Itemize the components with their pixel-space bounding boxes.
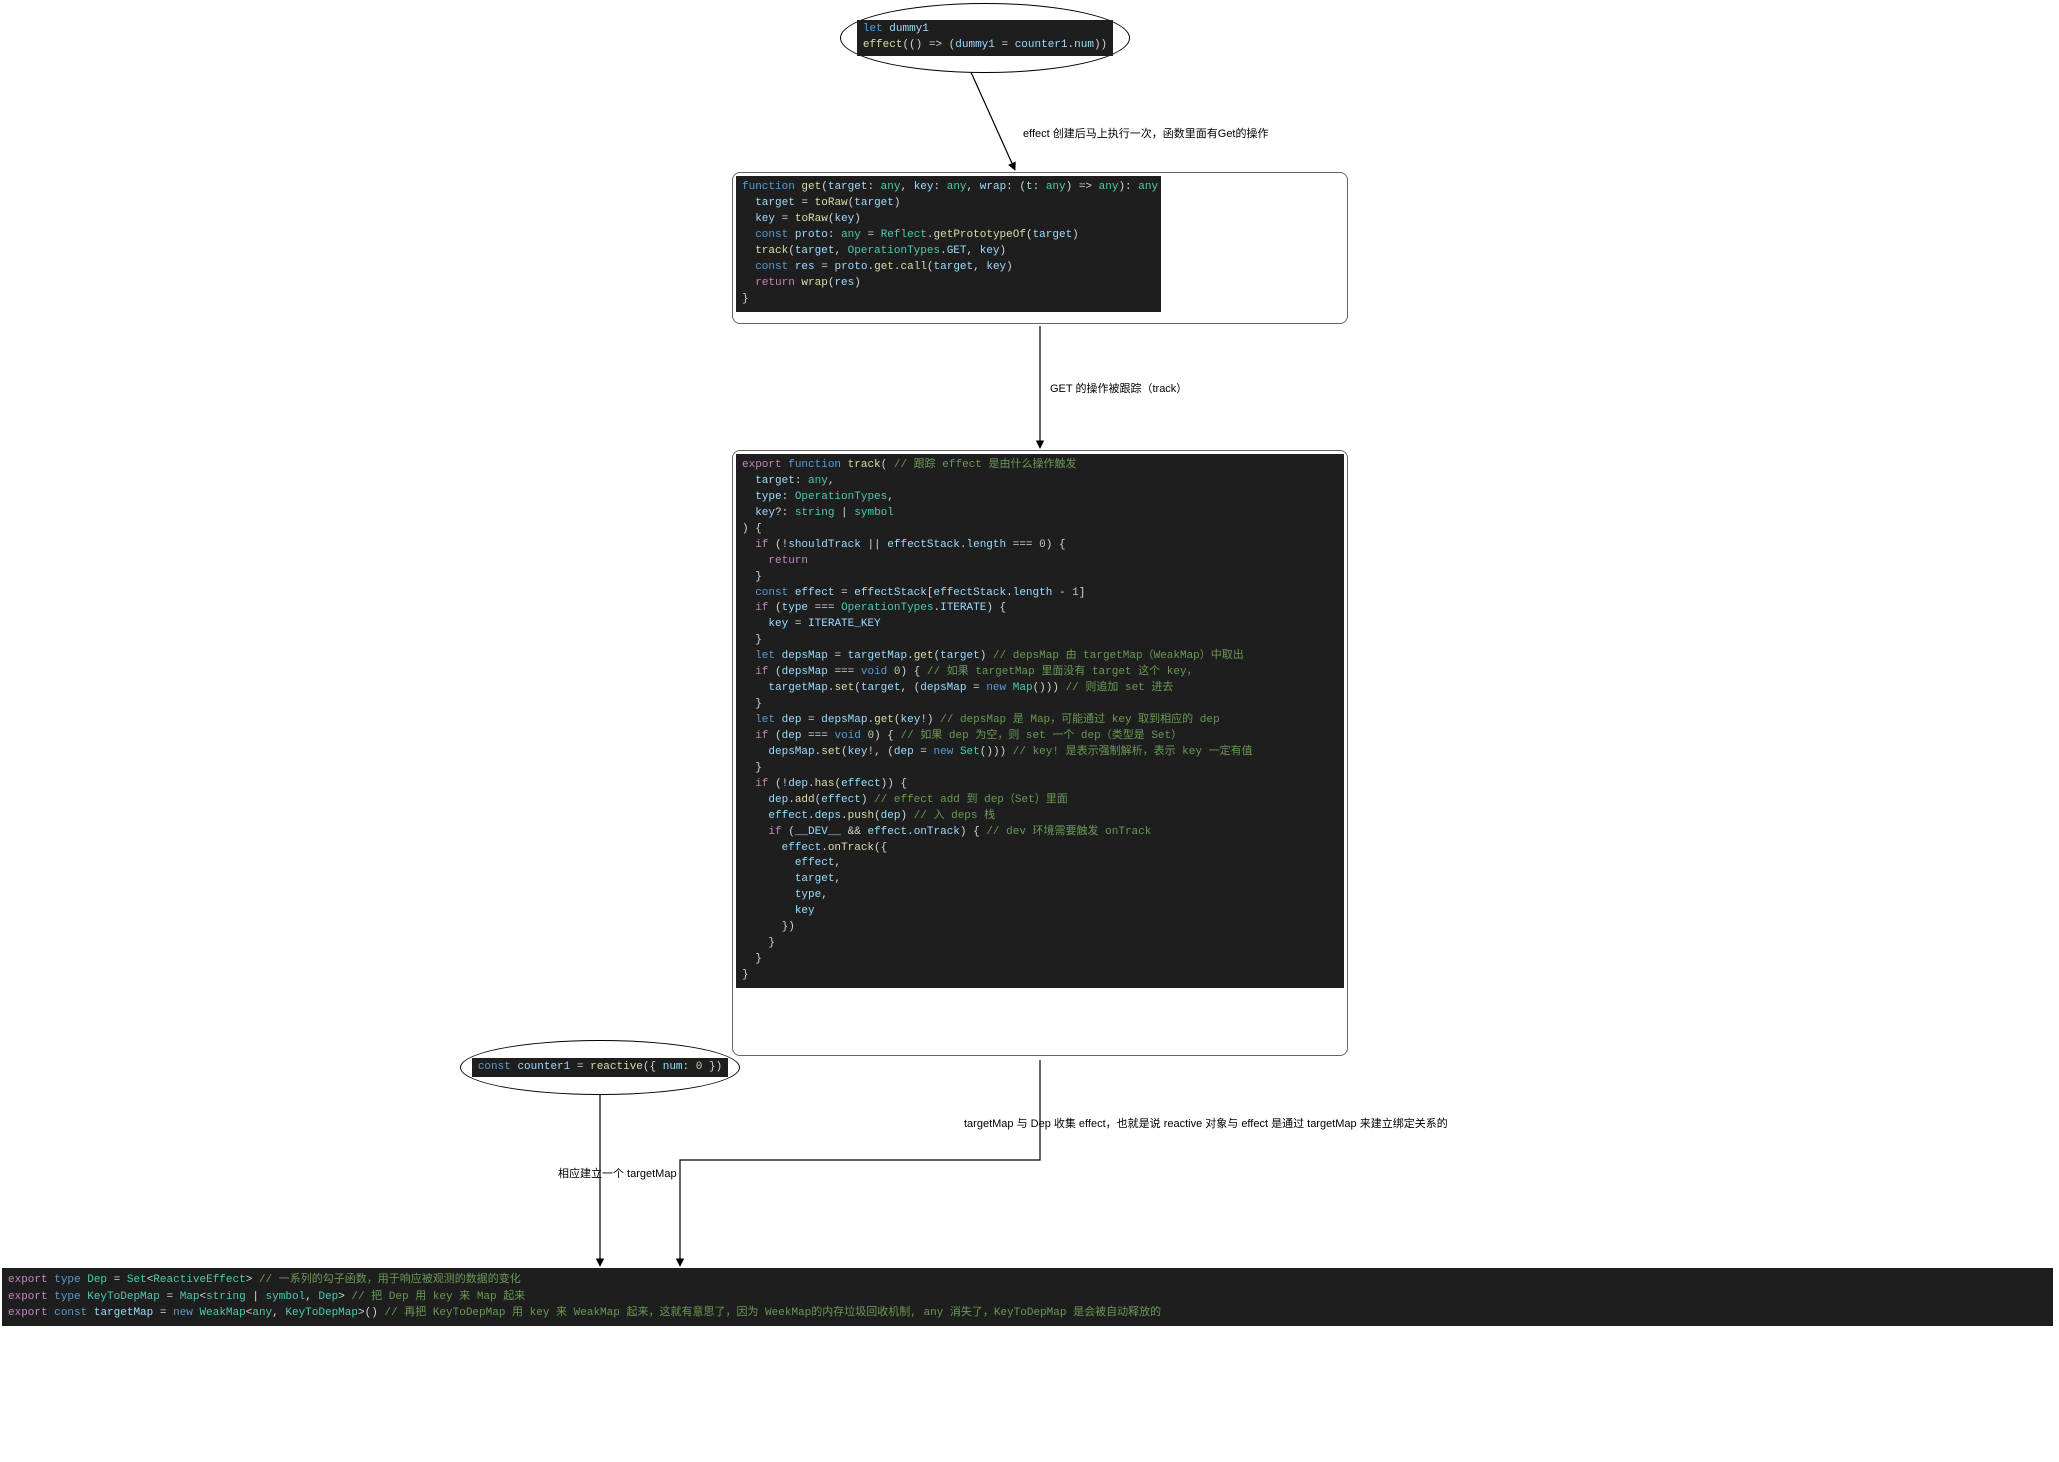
code-track-function: export function track( // 跟踪 effect 是由什么…	[736, 454, 1344, 988]
code-get-function: function get(target: any, key: any, wrap…	[736, 176, 1161, 312]
node-track-function: export function track( // 跟踪 effect 是由什么…	[732, 450, 1348, 1056]
code-effect-snippet: let dummy1 effect(() => (dummy1 = counte…	[857, 20, 1113, 56]
edge-label-get-to-track: GET 的操作被跟踪（track）	[1050, 380, 1187, 396]
node-effect-ellipse: let dummy1 effect(() => (dummy1 = counte…	[840, 3, 1130, 73]
edge-label-track-to-targetmap: targetMap 与 Dep 收集 effect，也就是说 reactive …	[964, 1115, 1448, 1131]
node-targetmap-strip: export type Dep = Set<ReactiveEffect> //…	[2, 1268, 2053, 1326]
edge-label-effect-to-get: effect 创建后马上执行一次，函数里面有Get的操作	[1023, 125, 1269, 141]
code-reactive-snippet: const counter1 = reactive({ num: 0 })	[472, 1058, 728, 1078]
node-reactive-ellipse: const counter1 = reactive({ num: 0 })	[460, 1040, 740, 1095]
node-get-function: function get(target: any, key: any, wrap…	[732, 172, 1348, 324]
edge-label-reactive-to-targetmap: 相应建立一个 targetMap	[558, 1165, 677, 1181]
